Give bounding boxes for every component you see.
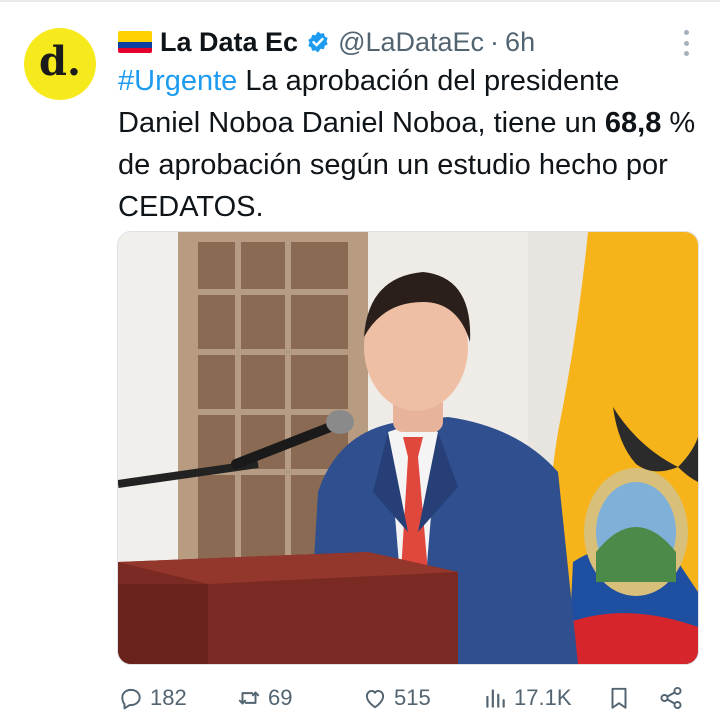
reply-button[interactable]: 182 <box>118 678 187 718</box>
separator-dot: · <box>490 26 500 57</box>
verified-badge-icon <box>308 31 328 53</box>
share-button[interactable] <box>658 678 690 718</box>
bookmark-button[interactable] <box>606 678 638 718</box>
repost-icon <box>238 691 260 705</box>
tweet-header: La Data Ec @LaDataEc · 6h <box>118 24 678 60</box>
like-button[interactable]: 515 <box>362 678 431 718</box>
avatar[interactable]: d. <box>24 28 96 100</box>
action-bar: 182 69 515 17.1K <box>118 678 698 718</box>
photo-illustration <box>118 232 698 664</box>
author-handle[interactable]: @LaDataEc <box>338 27 484 58</box>
views-icon <box>486 689 505 708</box>
like-count: 515 <box>394 685 431 710</box>
approval-value: 68,8 <box>604 107 662 139</box>
author-name[interactable]: La Data Ec <box>160 27 298 58</box>
repost-button[interactable]: 69 <box>236 678 292 718</box>
flag-ecuador-icon <box>118 31 152 53</box>
views-count: 17.1K <box>514 685 572 710</box>
more-options-icon[interactable] <box>680 30 692 56</box>
post-time[interactable]: 6h <box>505 27 535 58</box>
top-divider <box>0 0 720 2</box>
reply-icon <box>121 688 141 710</box>
tweet-text: #Urgente La aprobación del presidente Da… <box>118 60 698 228</box>
repost-count: 69 <box>268 685 293 710</box>
share-icon <box>660 686 682 710</box>
like-icon <box>365 689 385 709</box>
reply-count: 182 <box>150 685 187 710</box>
avatar-logo-text: d. <box>39 37 81 85</box>
bookmark-icon <box>611 687 627 709</box>
tweet-photo[interactable] <box>117 231 699 665</box>
views-button[interactable]: 17.1K <box>482 678 572 718</box>
hashtag-link[interactable]: #Urgente <box>118 65 237 97</box>
